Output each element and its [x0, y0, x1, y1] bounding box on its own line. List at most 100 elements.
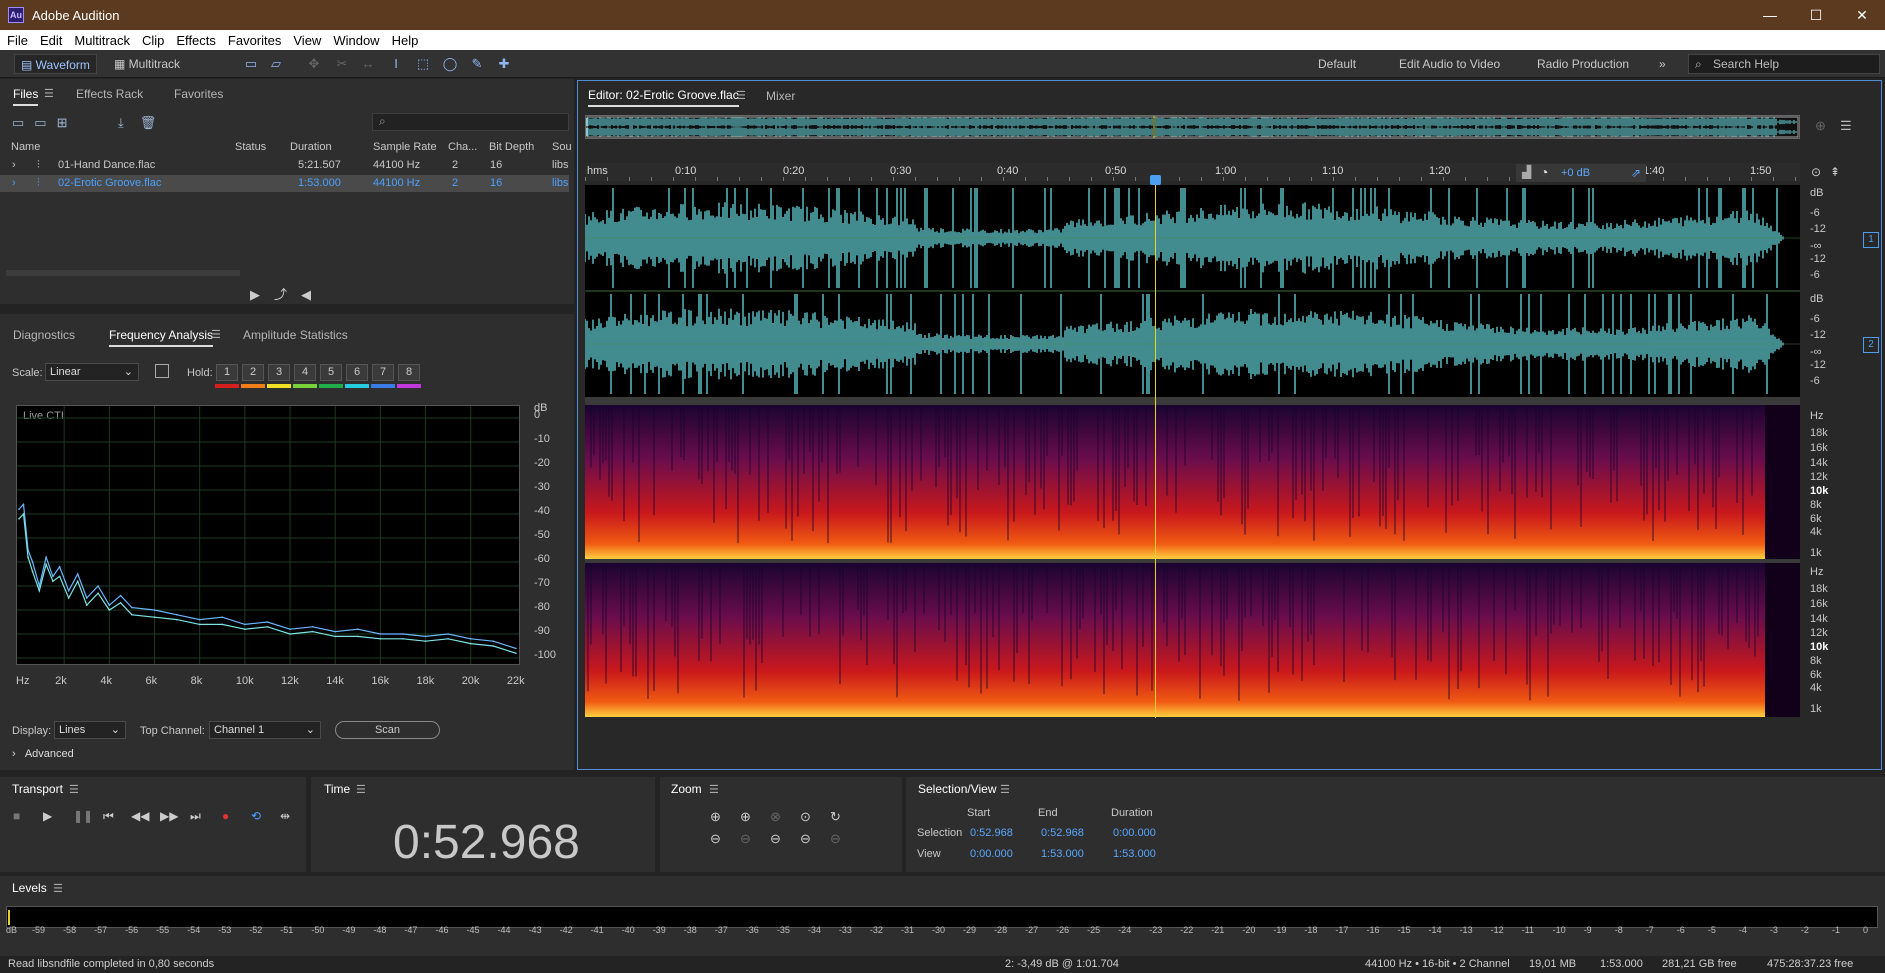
- panel-menu-icon[interactable]: ☰: [356, 783, 366, 796]
- spectral-pitch-icon[interactable]: ▱: [267, 55, 285, 73]
- volume-icon[interactable]: ◀: [301, 287, 325, 302]
- hold-button-5[interactable]: 5: [320, 364, 342, 381]
- multitrack-view-button[interactable]: ▦ Multitrack: [108, 54, 186, 74]
- hold-button-1[interactable]: 1: [216, 364, 238, 381]
- spectral-display[interactable]: [585, 405, 1800, 717]
- menu-edit[interactable]: Edit: [33, 30, 67, 48]
- healing-brush-icon[interactable]: ✚: [495, 55, 513, 73]
- loop-preview-icon[interactable]: ⤴: [274, 287, 301, 302]
- zoom-out-time-icon[interactable]: ⊖: [740, 831, 751, 847]
- workspace-edit-audio-video[interactable]: Edit Audio to Video: [1399, 57, 1500, 71]
- stop-icon[interactable]: ■: [13, 809, 20, 823]
- tab-mixer[interactable]: Mixer: [766, 89, 795, 103]
- spectral-display-icon[interactable]: ▭: [242, 55, 260, 73]
- selection-start[interactable]: 0:52.968: [970, 827, 1013, 839]
- playhead[interactable]: [1155, 184, 1156, 718]
- panel-menu-icon[interactable]: ☰: [211, 328, 221, 341]
- import-icon[interactable]: ▭: [34, 115, 56, 130]
- overview-strip[interactable]: [585, 115, 1800, 139]
- skip-selection-icon[interactable]: ⇹: [280, 809, 290, 823]
- menu-window[interactable]: Window: [326, 30, 384, 48]
- expand-icon[interactable]: ›: [12, 177, 16, 189]
- maximize-button[interactable]: ☐: [1793, 4, 1839, 26]
- pin-icon[interactable]: ⇗: [1631, 166, 1641, 180]
- delete-icon[interactable]: 🗑: [140, 115, 173, 130]
- col-status[interactable]: Status: [235, 141, 266, 153]
- minimize-button[interactable]: —: [1747, 4, 1793, 26]
- zoom-out-point-icon[interactable]: ⊖: [830, 831, 841, 847]
- skip-forward-icon[interactable]: ⏭: [190, 809, 201, 824]
- skip-back-icon[interactable]: ⏮: [103, 809, 114, 824]
- panel-menu-icon[interactable]: ☰: [709, 783, 719, 796]
- view-end[interactable]: 1:53.000: [1041, 848, 1084, 860]
- playhead-handle[interactable]: [1150, 175, 1161, 185]
- open-file-icon[interactable]: ▭: [12, 115, 34, 130]
- view-duration[interactable]: 1:53.000: [1113, 848, 1156, 860]
- col-name[interactable]: Name: [11, 141, 40, 153]
- marquee-tool-icon[interactable]: ⬚: [414, 55, 432, 73]
- hud-gain[interactable]: +0 dB: [1561, 167, 1590, 179]
- tab-amplitude-statistics[interactable]: Amplitude Statistics: [243, 328, 348, 342]
- hold-button-6[interactable]: 6: [346, 364, 368, 381]
- razor-tool-icon[interactable]: ✂: [333, 55, 351, 73]
- advanced-toggle[interactable]: › Advanced: [12, 748, 74, 760]
- file-row[interactable]: › ⫶ 01-Hand Dance.flac 5:21.507 44100 Hz…: [0, 157, 569, 174]
- panel-menu-icon[interactable]: ☰: [1000, 783, 1010, 796]
- zoom-out-amplitude-icon[interactable]: ⊖: [710, 831, 721, 847]
- list-icon[interactable]: ☰: [1840, 118, 1852, 134]
- menu-favorites[interactable]: Favorites: [221, 30, 286, 48]
- file-row-selected[interactable]: › ⫶ 02-Erotic Groove.flac 1:53.000 44100…: [0, 175, 569, 192]
- close-button[interactable]: ✕: [1839, 4, 1885, 26]
- col-bit-depth[interactable]: Bit Depth: [489, 141, 534, 153]
- col-sample-rate[interactable]: Sample Rate: [373, 141, 437, 153]
- tab-diagnostics[interactable]: Diagnostics: [13, 328, 75, 342]
- search-help-input[interactable]: ⌕ Search Help: [1688, 54, 1880, 74]
- tab-files[interactable]: Files: [13, 87, 39, 106]
- menu-multitrack[interactable]: Multitrack: [67, 30, 135, 48]
- zoom-in-time-icon[interactable]: ⊕: [740, 809, 751, 825]
- tab-frequency-analysis[interactable]: Frequency Analysis: [109, 328, 214, 347]
- play-preview-icon[interactable]: ▶: [250, 287, 274, 302]
- view-start[interactable]: 0:00.000: [970, 848, 1013, 860]
- menu-effects[interactable]: Effects: [169, 30, 221, 48]
- zoom-in-amplitude-icon[interactable]: ⊕: [710, 809, 721, 825]
- time-selection-tool-icon[interactable]: I: [387, 55, 405, 73]
- zoom-in-point-icon[interactable]: ⊙: [800, 809, 811, 825]
- col-duration[interactable]: Duration: [290, 141, 332, 153]
- loop-icon[interactable]: ⟲: [251, 809, 261, 823]
- selection-duration[interactable]: 0:00.000: [1113, 827, 1156, 839]
- hold-button-3[interactable]: 3: [268, 364, 290, 381]
- rewind-icon[interactable]: ◀◀: [131, 809, 149, 823]
- display-dropdown[interactable]: Lines ⌄: [54, 721, 126, 739]
- workspace-default[interactable]: Default: [1318, 57, 1356, 71]
- hold-button-8[interactable]: 8: [398, 364, 420, 381]
- tab-favorites[interactable]: Favorites: [174, 87, 223, 101]
- move-tool-icon[interactable]: ✥: [305, 55, 323, 73]
- menu-clip[interactable]: Clip: [135, 30, 169, 48]
- marker-icon[interactable]: ⇞: [1830, 165, 1840, 179]
- zoom-out-selection-icon[interactable]: ⊖: [800, 831, 811, 847]
- col-channels[interactable]: Cha...: [448, 141, 477, 153]
- scan-button[interactable]: Scan: [335, 721, 440, 739]
- window-icon[interactable]: [155, 364, 169, 378]
- insert-icon[interactable]: ⤓: [118, 115, 140, 130]
- display-divider[interactable]: [585, 397, 1800, 405]
- snap-icon[interactable]: ⊙: [1811, 165, 1821, 179]
- pause-icon[interactable]: ❚❚: [73, 809, 93, 823]
- expand-icon[interactable]: ›: [12, 159, 16, 171]
- panel-menu-icon[interactable]: ☰: [53, 882, 63, 895]
- hold-button-4[interactable]: 4: [294, 364, 316, 381]
- col-source[interactable]: Sou: [552, 141, 572, 153]
- zoom-reset-icon[interactable]: ↻: [830, 809, 841, 825]
- selection-end[interactable]: 0:52.968: [1041, 827, 1084, 839]
- panel-menu-icon[interactable]: ☰: [69, 783, 79, 796]
- slip-tool-icon[interactable]: ↔: [359, 55, 377, 73]
- workspace-radio-production[interactable]: Radio Production: [1537, 57, 1629, 71]
- files-search-input[interactable]: ⌕: [372, 113, 569, 131]
- panel-menu-icon[interactable]: ☰: [736, 89, 746, 102]
- volume-knob-icon[interactable]: ◔: [1540, 164, 1548, 180]
- waveform-display[interactable]: [585, 185, 1800, 397]
- hold-button-7[interactable]: 7: [372, 364, 394, 381]
- play-icon[interactable]: ▶: [43, 809, 52, 823]
- waveform-view-button[interactable]: ▤ Waveform: [14, 54, 97, 74]
